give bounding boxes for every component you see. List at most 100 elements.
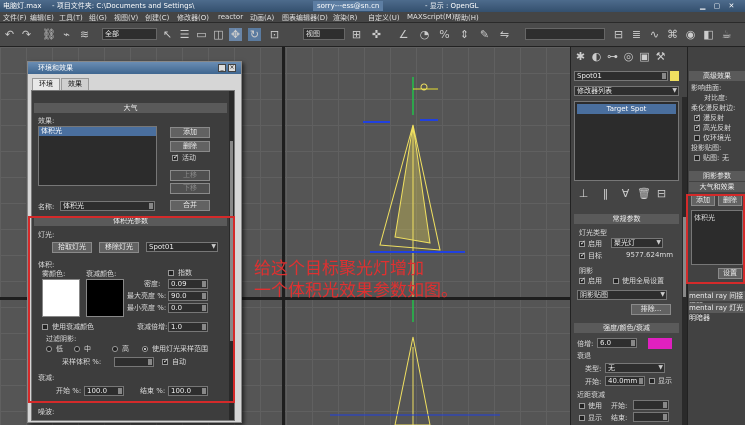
pivot-icon[interactable]: ⊞: [350, 28, 363, 41]
align-icon[interactable]: ⊟: [612, 28, 625, 41]
light-enabled-checkbox[interactable]: [579, 239, 586, 247]
select-by-name-icon[interactable]: ☰: [178, 28, 191, 41]
menu-customize[interactable]: 自定义(U): [368, 13, 400, 23]
edit-named-sel-icon[interactable]: ✎: [478, 28, 491, 41]
effects-list-item[interactable]: 体积光: [39, 127, 156, 136]
shadow-type-select[interactable]: 阴影贴图: [577, 290, 667, 300]
hierarchy-tab-icon[interactable]: ⊶: [606, 50, 619, 63]
rect-region-icon[interactable]: ▭: [195, 28, 208, 41]
menu-help[interactable]: 帮助(H): [454, 13, 479, 23]
coord-system-select[interactable]: 视图: [303, 28, 345, 40]
menu-graph-editors[interactable]: 图表编辑器(D): [282, 13, 328, 23]
angle-snap-icon[interactable]: ◔: [418, 28, 431, 41]
move-down-button[interactable]: 下移: [170, 183, 210, 194]
advanced-effects-rollout[interactable]: 高级效果: [689, 71, 745, 81]
render-setup-icon[interactable]: ◧: [702, 28, 715, 41]
bind-spacewarp-icon[interactable]: ≋: [78, 28, 91, 41]
percent-snap-icon[interactable]: %: [438, 28, 451, 41]
material-editor-icon[interactable]: ◉: [684, 28, 697, 41]
map-none[interactable]: 无: [722, 153, 729, 163]
targeted-checkbox[interactable]: [579, 251, 586, 259]
atmosphere-rollout[interactable]: 大气: [34, 103, 227, 113]
shadows-enabled-checkbox[interactable]: [579, 276, 586, 284]
near-end-spinner[interactable]: [633, 412, 669, 422]
modifier-list-select[interactable]: 修改器列表: [574, 86, 679, 96]
near-show-checkbox[interactable]: [579, 415, 585, 421]
mirror-icon[interactable]: ⇋: [498, 28, 511, 41]
link-icon[interactable]: ⛓: [42, 28, 56, 41]
show-end-result-icon[interactable]: ‖: [599, 187, 612, 200]
minimize-icon[interactable]: _: [218, 64, 226, 72]
menu-reactor[interactable]: reactor: [218, 13, 243, 21]
utilities-tab-icon[interactable]: ⚒: [654, 50, 667, 63]
motion-tab-icon[interactable]: ◎: [622, 50, 635, 63]
spinner-snap-icon[interactable]: ⇕: [458, 28, 471, 41]
decay-show-checkbox[interactable]: [649, 378, 655, 384]
mental-ray-indirect-rollout[interactable]: mental ray 间接照明: [689, 291, 745, 310]
diffuse-checkbox[interactable]: [694, 113, 701, 121]
use-global-checkbox[interactable]: [613, 278, 619, 284]
active-checkbox[interactable]: [172, 153, 179, 161]
modifier-stack[interactable]: Target Spot: [574, 101, 679, 181]
map-checkbox[interactable]: [694, 155, 700, 161]
select-scale-icon[interactable]: ⊡: [268, 28, 281, 41]
display-tab-icon[interactable]: ▣: [638, 50, 651, 63]
pin-stack-icon[interactable]: ⊥: [577, 187, 590, 200]
menu-views[interactable]: 视图(V): [114, 13, 138, 23]
tab-effects[interactable]: 效果: [61, 78, 89, 90]
window-crossing-icon[interactable]: ◫: [212, 28, 225, 41]
intensity-rollout[interactable]: 强度/颜色/衰减: [574, 323, 679, 333]
undo-icon[interactable]: ↶: [3, 28, 16, 41]
light-type-select[interactable]: 聚光灯: [611, 238, 663, 248]
title-tab[interactable]: sorry---ess@sn.cn: [313, 1, 384, 11]
exclude-button[interactable]: 排除...: [631, 304, 671, 315]
menu-create[interactable]: 创建(C): [145, 13, 169, 23]
render-icon[interactable]: ☕: [720, 28, 733, 41]
add-effect-button[interactable]: 添加: [170, 127, 210, 138]
curve-editor-icon[interactable]: ∿: [648, 28, 661, 41]
select-move-icon[interactable]: ✥: [229, 28, 242, 41]
named-selection-set[interactable]: [525, 28, 605, 40]
near-start-spinner[interactable]: [633, 400, 669, 410]
stack-item-target-spot[interactable]: Target Spot: [577, 104, 676, 114]
menu-edit[interactable]: 编辑(E): [30, 13, 54, 23]
specular-checkbox[interactable]: [694, 123, 701, 131]
decay-type-select[interactable]: 无: [605, 363, 665, 373]
layer-icon[interactable]: ≣: [630, 28, 643, 41]
effect-name-field[interactable]: 体积光: [60, 201, 155, 211]
move-up-button[interactable]: 上移: [170, 170, 210, 181]
modify-tab-icon[interactable]: ◐: [590, 50, 603, 63]
shadow-params-rollout[interactable]: 阴影参数: [689, 171, 745, 181]
unlink-icon[interactable]: ⌁: [60, 28, 73, 41]
general-params-rollout[interactable]: 常规参数: [574, 214, 679, 224]
menu-modifiers[interactable]: 修改器(O): [177, 13, 209, 23]
ambient-only-checkbox[interactable]: [694, 135, 700, 141]
multiplier-spinner[interactable]: 6.0: [597, 338, 637, 348]
effects-list[interactable]: 体积光: [38, 126, 157, 186]
menu-animation[interactable]: 动画(A): [250, 13, 274, 23]
remove-modifier-icon[interactable]: 🗑: [637, 187, 651, 200]
tab-environment[interactable]: 环境: [32, 78, 60, 90]
atmos-effects-rollout[interactable]: 大气和效果: [689, 182, 745, 192]
menu-group[interactable]: 组(G): [89, 13, 107, 23]
menu-file[interactable]: 文件(F): [3, 13, 27, 23]
selection-filter-select[interactable]: 全部: [102, 28, 157, 40]
redo-icon[interactable]: ↷: [20, 28, 33, 41]
light-color-swatch[interactable]: [648, 338, 672, 349]
delete-effect-button[interactable]: 删除: [170, 141, 210, 152]
close-icon[interactable]: ×: [228, 64, 236, 72]
configure-sets-icon[interactable]: ⊟: [655, 187, 668, 200]
make-unique-icon[interactable]: ∀: [619, 187, 632, 200]
menu-maxscript[interactable]: MAXScript(M): [407, 13, 454, 21]
manipulate-icon[interactable]: ✜: [370, 28, 383, 41]
near-use-checkbox[interactable]: [579, 403, 585, 409]
menu-rendering[interactable]: 渲染(R): [333, 13, 357, 23]
select-icon[interactable]: ↖: [161, 28, 174, 41]
schematic-icon[interactable]: ⌘: [666, 28, 679, 41]
decay-start-spinner[interactable]: 40.0mm: [605, 376, 645, 386]
mental-ray-shader-rollout[interactable]: mental ray 灯光明暗器: [689, 303, 745, 322]
merge-button[interactable]: 合并: [170, 200, 210, 211]
object-name-field[interactable]: Spot01: [574, 71, 668, 81]
object-color-swatch[interactable]: [670, 71, 679, 81]
select-rotate-icon[interactable]: ↻: [248, 28, 261, 41]
